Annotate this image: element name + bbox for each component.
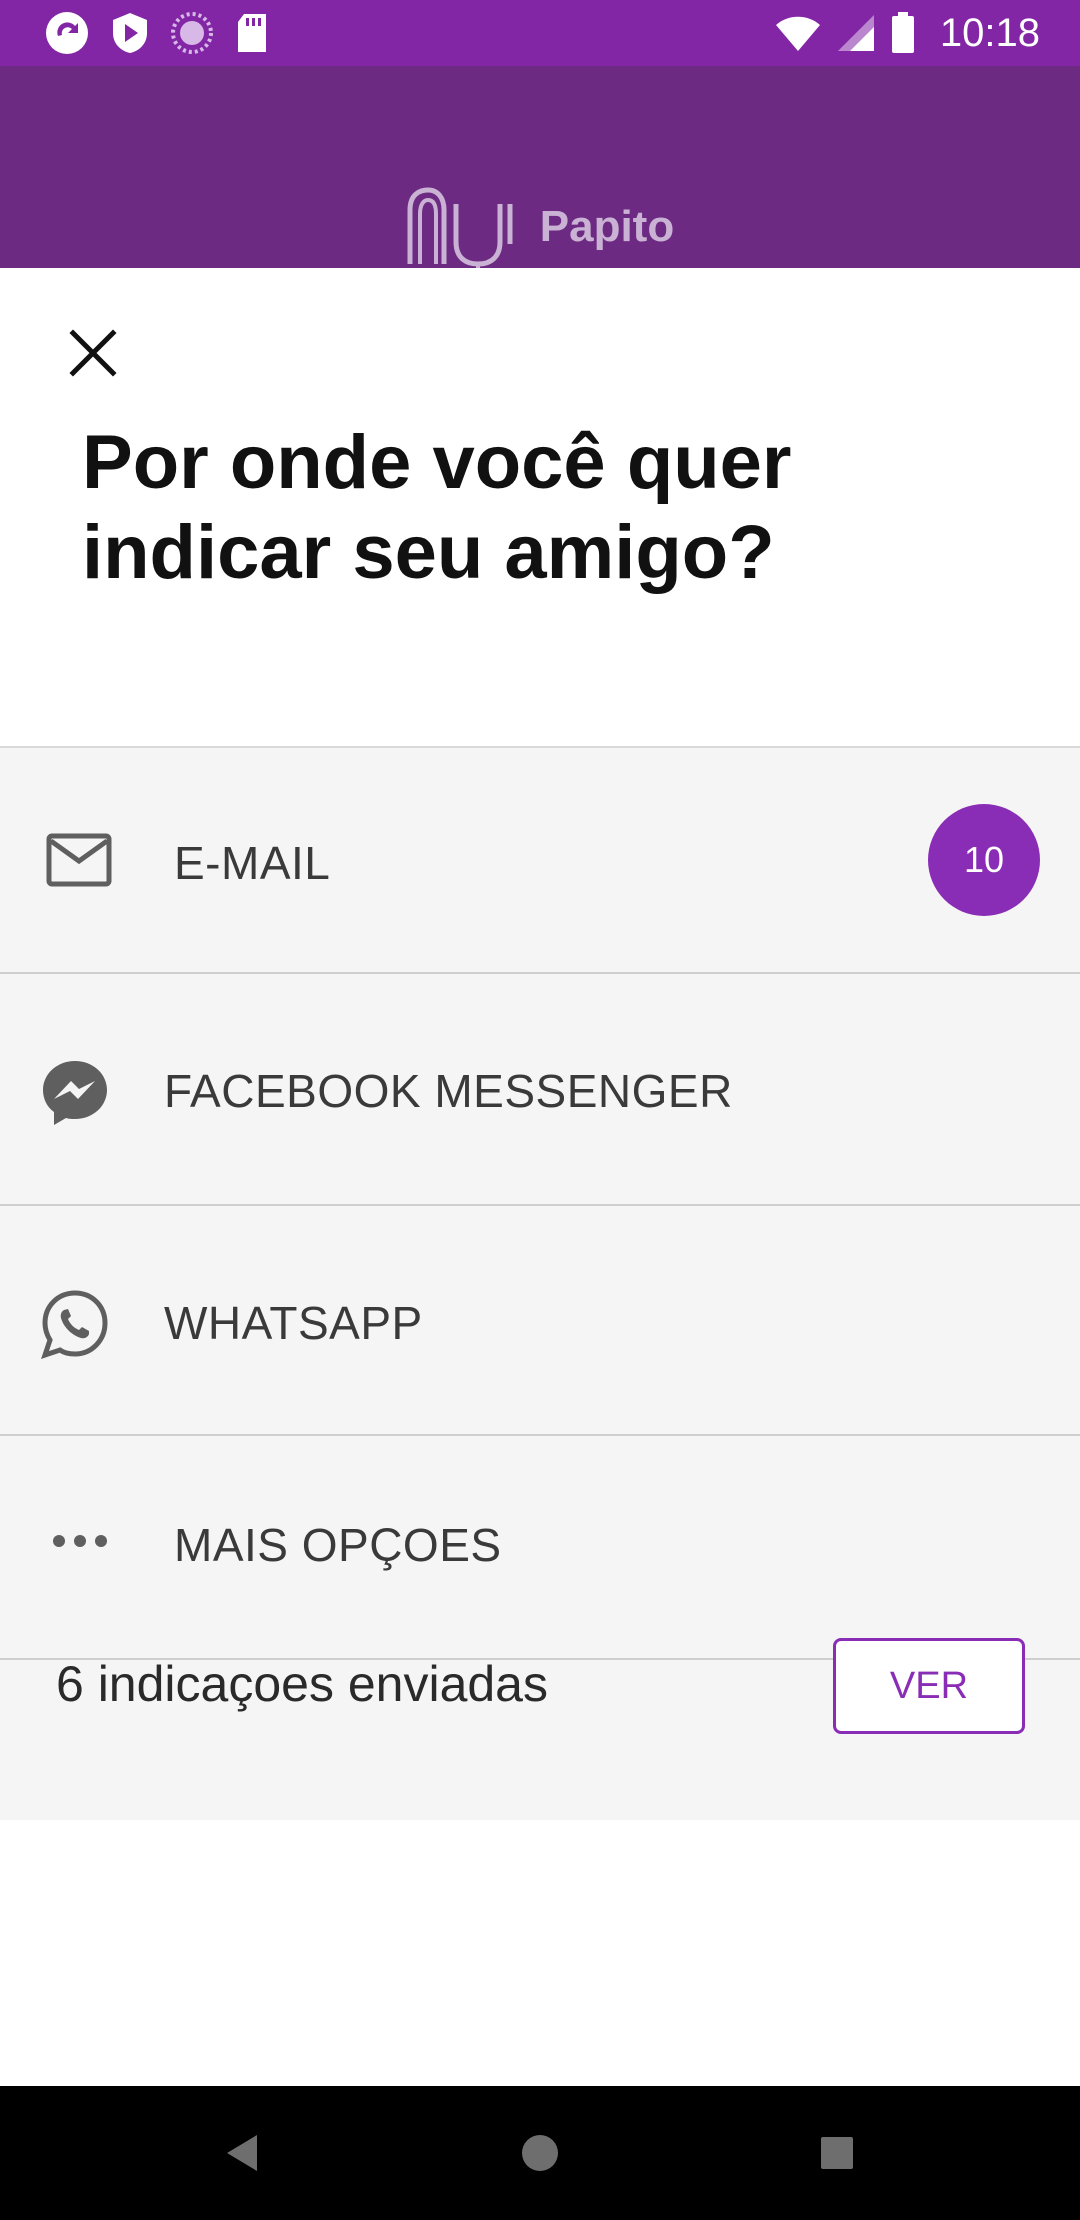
status-bar: 10:18 <box>0 0 1080 66</box>
title-part: Por <box>82 420 230 505</box>
option-more[interactable]: MAIS OPÇOES <box>0 1436 1080 1660</box>
header-brand: Papito <box>0 184 1080 270</box>
title-part: você quer <box>411 420 792 505</box>
home-icon[interactable] <box>505 2118 575 2188</box>
close-icon[interactable] <box>69 329 117 377</box>
navigation-bar <box>0 2086 1080 2220</box>
option-facebook-messenger[interactable]: FACEBOOK MESSENGER <box>0 974 1080 1206</box>
shield-play-icon <box>110 11 150 55</box>
title-bold: indicar <box>82 510 332 595</box>
recents-icon[interactable] <box>802 2118 872 2188</box>
referrals-sent-text: 6 indicaçoes enviadas <box>56 1656 548 1712</box>
status-time: 10:18 <box>939 10 1040 55</box>
ver-button[interactable]: VER <box>833 1638 1025 1734</box>
app-header: Papito <box>0 66 1080 270</box>
option-label: MAIS OPÇOES <box>174 1519 502 1571</box>
option-email[interactable]: E-MAIL 10 <box>0 748 1080 974</box>
option-label: E-MAIL <box>174 837 331 889</box>
messenger-icon <box>38 1058 112 1128</box>
back-icon[interactable] <box>206 2118 276 2188</box>
title-bold: onde <box>229 420 412 505</box>
battery-icon <box>890 12 916 54</box>
whatsapp-icon <box>38 1288 112 1360</box>
option-whatsapp[interactable]: WHATSAPP <box>0 1206 1080 1436</box>
title-part: seu amigo? <box>331 510 775 595</box>
option-label: WHATSAPP <box>164 1297 423 1349</box>
sd-card-icon <box>234 12 270 54</box>
more-horizontal-icon <box>50 1526 110 1556</box>
option-label: FACEBOOK MESSENGER <box>164 1065 733 1117</box>
close-button[interactable] <box>58 318 128 388</box>
status-left-icons <box>44 10 270 56</box>
circle-dots-icon <box>170 11 214 55</box>
count-badge: 10 <box>928 804 1040 916</box>
page-title: Por onde você quer indicar seu amigo? <box>82 418 982 598</box>
mail-icon <box>44 830 114 890</box>
wifi-icon <box>774 13 822 53</box>
cell-signal-icon <box>836 13 876 53</box>
nubank-logo-icon <box>406 184 518 270</box>
status-right-icons: 10:18 <box>774 10 1040 56</box>
referral-sheet: Por onde você quer indicar seu amigo? E-… <box>0 268 1080 2086</box>
brand-name: Papito <box>539 202 675 251</box>
sync-icon <box>44 10 90 56</box>
